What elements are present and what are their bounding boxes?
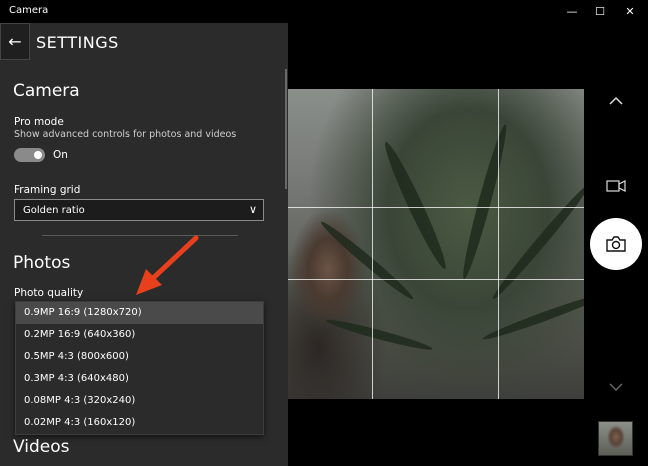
chevron-up-icon[interactable] (606, 92, 626, 108)
plant-leaf (458, 122, 512, 281)
pro-mode-label: Pro mode (14, 116, 64, 128)
photo-quality-option[interactable]: 0.5MP 4:3 (800x600) (16, 346, 263, 368)
back-arrow-icon: ← (8, 32, 22, 51)
last-photo-thumbnail[interactable] (598, 421, 633, 456)
grid-line (288, 207, 584, 208)
plant-leaf (489, 180, 584, 303)
toggle-knob (34, 151, 42, 159)
photo-quality-label: Photo quality (14, 287, 84, 299)
back-button[interactable]: ← (0, 23, 30, 60)
camera-heading: Camera (13, 81, 80, 101)
settings-panel: ← SETTINGS Camera Pro mode Show advanced… (0, 23, 288, 466)
pro-mode-state: On (53, 149, 68, 161)
close-button[interactable]: ✕ (613, 0, 647, 23)
pro-mode-description: Show advanced controls for photos and vi… (14, 129, 237, 140)
photo-quality-option[interactable]: 0.08MP 4:3 (320x240) (16, 390, 263, 412)
grid-line (288, 279, 584, 280)
video-camera-icon[interactable] (604, 176, 628, 196)
app-title: Camera (9, 5, 49, 16)
scrollbar[interactable] (285, 69, 287, 189)
chevron-down-icon: ∨ (248, 203, 257, 216)
pro-mode-toggle[interactable] (14, 148, 45, 162)
camera-viewfinder[interactable] (288, 89, 584, 399)
plant-leaf (379, 139, 452, 272)
divider (42, 235, 238, 236)
chevron-down-icon[interactable] (606, 379, 626, 395)
camera-icon (606, 236, 626, 252)
photo-quality-option[interactable]: 0.9MP 16:9 (1280x720) (16, 302, 263, 324)
shutter-button[interactable] (590, 218, 642, 270)
plant-leaf (325, 316, 434, 354)
photo-quality-option[interactable]: 0.3MP 4:3 (640x480) (16, 368, 263, 390)
plant-leaf (317, 218, 417, 303)
grid-line (498, 89, 499, 399)
photo-quality-option[interactable]: 0.02MP 4:3 (160x120) (16, 412, 263, 434)
title-bar: Camera — ☐ ✕ (0, 0, 648, 23)
framing-grid-select[interactable]: Golden ratio ∨ (14, 199, 264, 221)
settings-title: SETTINGS (36, 33, 119, 52)
photo-quality-option[interactable]: 0.2MP 16:9 (640x360) (16, 324, 263, 346)
plant-leaf (480, 290, 584, 344)
videos-heading: Videos (13, 437, 70, 457)
grid-line (372, 89, 373, 399)
photos-heading: Photos (13, 253, 71, 273)
maximize-button[interactable]: ☐ (583, 0, 617, 23)
photo-quality-dropdown[interactable]: 0.9MP 16:9 (1280x720) 0.2MP 16:9 (640x36… (15, 301, 264, 435)
framing-grid-value: Golden ratio (23, 205, 85, 216)
framing-grid-label: Framing grid (14, 184, 81, 196)
